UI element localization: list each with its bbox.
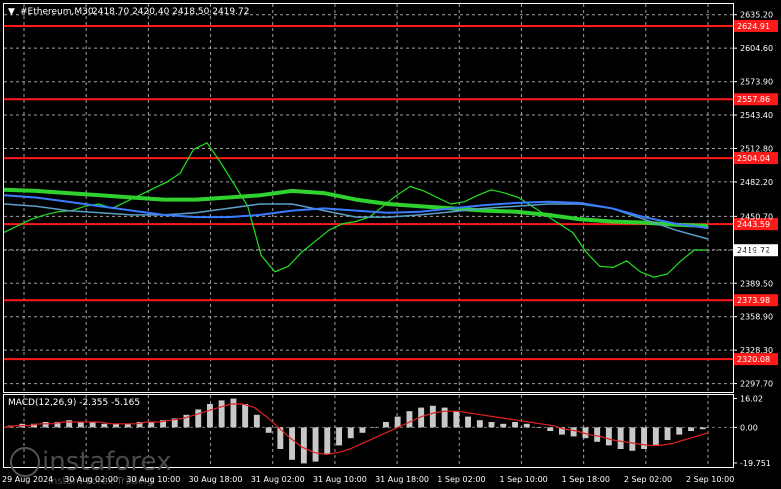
time-tick-label: 1 Sep 02:00 xyxy=(437,475,485,484)
macd-histogram-bar xyxy=(218,400,225,428)
macd-histogram-bar xyxy=(652,427,659,446)
price-tick-label: 2482.20 xyxy=(740,178,773,187)
time-tick-label: 31 Aug 18:00 xyxy=(375,475,429,484)
macd-histogram-bar xyxy=(664,427,671,440)
macd-histogram-bar xyxy=(359,427,366,433)
price-tick-label: 2358.90 xyxy=(740,313,773,322)
time-tick-label: 30 Aug 02:00 xyxy=(64,475,118,484)
time-tick-label: 31 Aug 10:00 xyxy=(313,475,367,484)
macd-histogram-bar xyxy=(312,427,319,462)
macd-histogram-bar xyxy=(547,427,554,431)
macd-histogram-bar xyxy=(207,404,213,428)
macd-histogram-bar xyxy=(347,427,354,439)
price-tick-label: 2512.80 xyxy=(740,144,773,153)
macd-histogram-bar xyxy=(476,420,483,428)
macd-histogram-bar xyxy=(371,427,378,428)
macd-histogram-bar xyxy=(148,422,155,428)
price-tick-label: 2635.20 xyxy=(740,11,773,20)
macd-histogram-bar xyxy=(523,423,530,428)
macd-histogram-bar xyxy=(289,427,295,460)
macd-histogram-bar xyxy=(324,427,331,455)
macd-histogram-bar xyxy=(394,416,401,428)
level-label: 2373.98 xyxy=(737,296,770,305)
symbol-label: #Ethereum,M30 xyxy=(20,7,94,17)
macd-histogram-bar xyxy=(500,423,507,428)
ohlc-values: 2418.70 2420.40 2418.50 2419.72 xyxy=(92,7,249,17)
macd-histogram-bar xyxy=(429,405,436,428)
price-tick-label: 2420.10 xyxy=(740,246,773,255)
macd-histogram-bar xyxy=(253,414,260,428)
time-tick-label: 30 Aug 10:00 xyxy=(126,475,180,484)
macd-tick-label: -19.751 xyxy=(740,459,771,468)
chart-canvas: 2624.91 2557.86 2504.04 2443.59 2373.98 2320.… xyxy=(2,3,778,487)
macd-histogram-bar xyxy=(383,422,389,428)
macd-histogram-bar xyxy=(265,427,272,433)
macd-histogram-bar xyxy=(101,423,108,428)
macd-histogram-bar xyxy=(594,427,601,442)
macd-histogram-bar xyxy=(406,411,413,428)
horizontal-levels: 2624.91 2557.86 2504.04 2443.59 2373.98 2320.… xyxy=(4,19,778,366)
macd-histogram-bar xyxy=(77,422,84,428)
level-label: 2624.91 xyxy=(737,22,770,31)
time-tick-label: 30 Aug 18:00 xyxy=(189,475,243,484)
macd-histogram-bar xyxy=(688,427,694,431)
header-arrow-icon[interactable]: ▼ xyxy=(8,7,15,17)
macd-histogram-bar xyxy=(512,422,518,428)
time-tick-label: 29 Aug 2024 xyxy=(2,475,53,484)
macd-histogram-bar xyxy=(230,398,237,428)
macd-header: MACD(12,26,9) -2.355 -5.165 xyxy=(8,398,140,408)
time-tick-label: 1 Sep 10:00 xyxy=(499,475,547,484)
axes: 29 Aug 2024 30 Aug 02:00 30 Aug 10:00 30 Au… xyxy=(2,11,773,484)
macd-histogram-bar xyxy=(242,404,249,428)
time-tick-label: 1 Sep 18:00 xyxy=(562,475,610,484)
macd-histogram-bar xyxy=(441,407,448,428)
macd-histogram-bar xyxy=(488,422,495,428)
price-tick-label: 2328.30 xyxy=(740,346,773,355)
macd-histogram-bar xyxy=(42,422,49,428)
price-tick-label: 2543.40 xyxy=(740,111,773,120)
macd-histogram-bar xyxy=(605,427,612,446)
level-label: 2443.59 xyxy=(737,220,770,229)
watermark-brand: instaforex xyxy=(42,447,171,477)
macd-histogram-bar xyxy=(195,409,202,428)
macd-histogram-bar xyxy=(629,427,636,451)
price-tick-label: 2389.50 xyxy=(740,279,773,288)
macd-histogram-bar xyxy=(465,416,471,428)
price-tick-label: 2573.90 xyxy=(740,78,773,87)
macd-histogram-bar xyxy=(66,420,73,428)
level-label: 2504.04 xyxy=(737,154,770,163)
price-tick-label: 2297.70 xyxy=(740,380,773,389)
macd-histogram-bar xyxy=(453,411,460,428)
macd-histogram-bar xyxy=(336,427,342,446)
watermark-logo-icon xyxy=(10,447,40,477)
price-tick-label: 2450.70 xyxy=(740,212,773,221)
level-label: 2320.08 xyxy=(737,355,770,364)
macd-histogram-bar xyxy=(676,427,683,435)
macd-tick-label: 16.02 xyxy=(740,395,763,404)
time-tick-label: 2 Sep 10:00 xyxy=(686,475,734,484)
macd-histogram-bar xyxy=(89,422,96,428)
macd-histogram-bar xyxy=(570,427,577,437)
macd-histogram-bar xyxy=(535,427,542,428)
macd-tick-label: 0.00 xyxy=(740,423,758,432)
macd-histogram-bar xyxy=(617,427,624,449)
price-series xyxy=(3,142,709,278)
time-tick-label: 2 Sep 02:00 xyxy=(624,475,672,484)
level-label: 2557.86 xyxy=(737,95,770,104)
macd-histogram-bar xyxy=(641,427,647,449)
price-tick-label: 2604.60 xyxy=(740,44,773,53)
time-tick-label: 31 Aug 02:00 xyxy=(251,475,305,484)
macd-histogram-bar xyxy=(300,427,307,464)
macd-histogram-bar xyxy=(699,427,706,430)
